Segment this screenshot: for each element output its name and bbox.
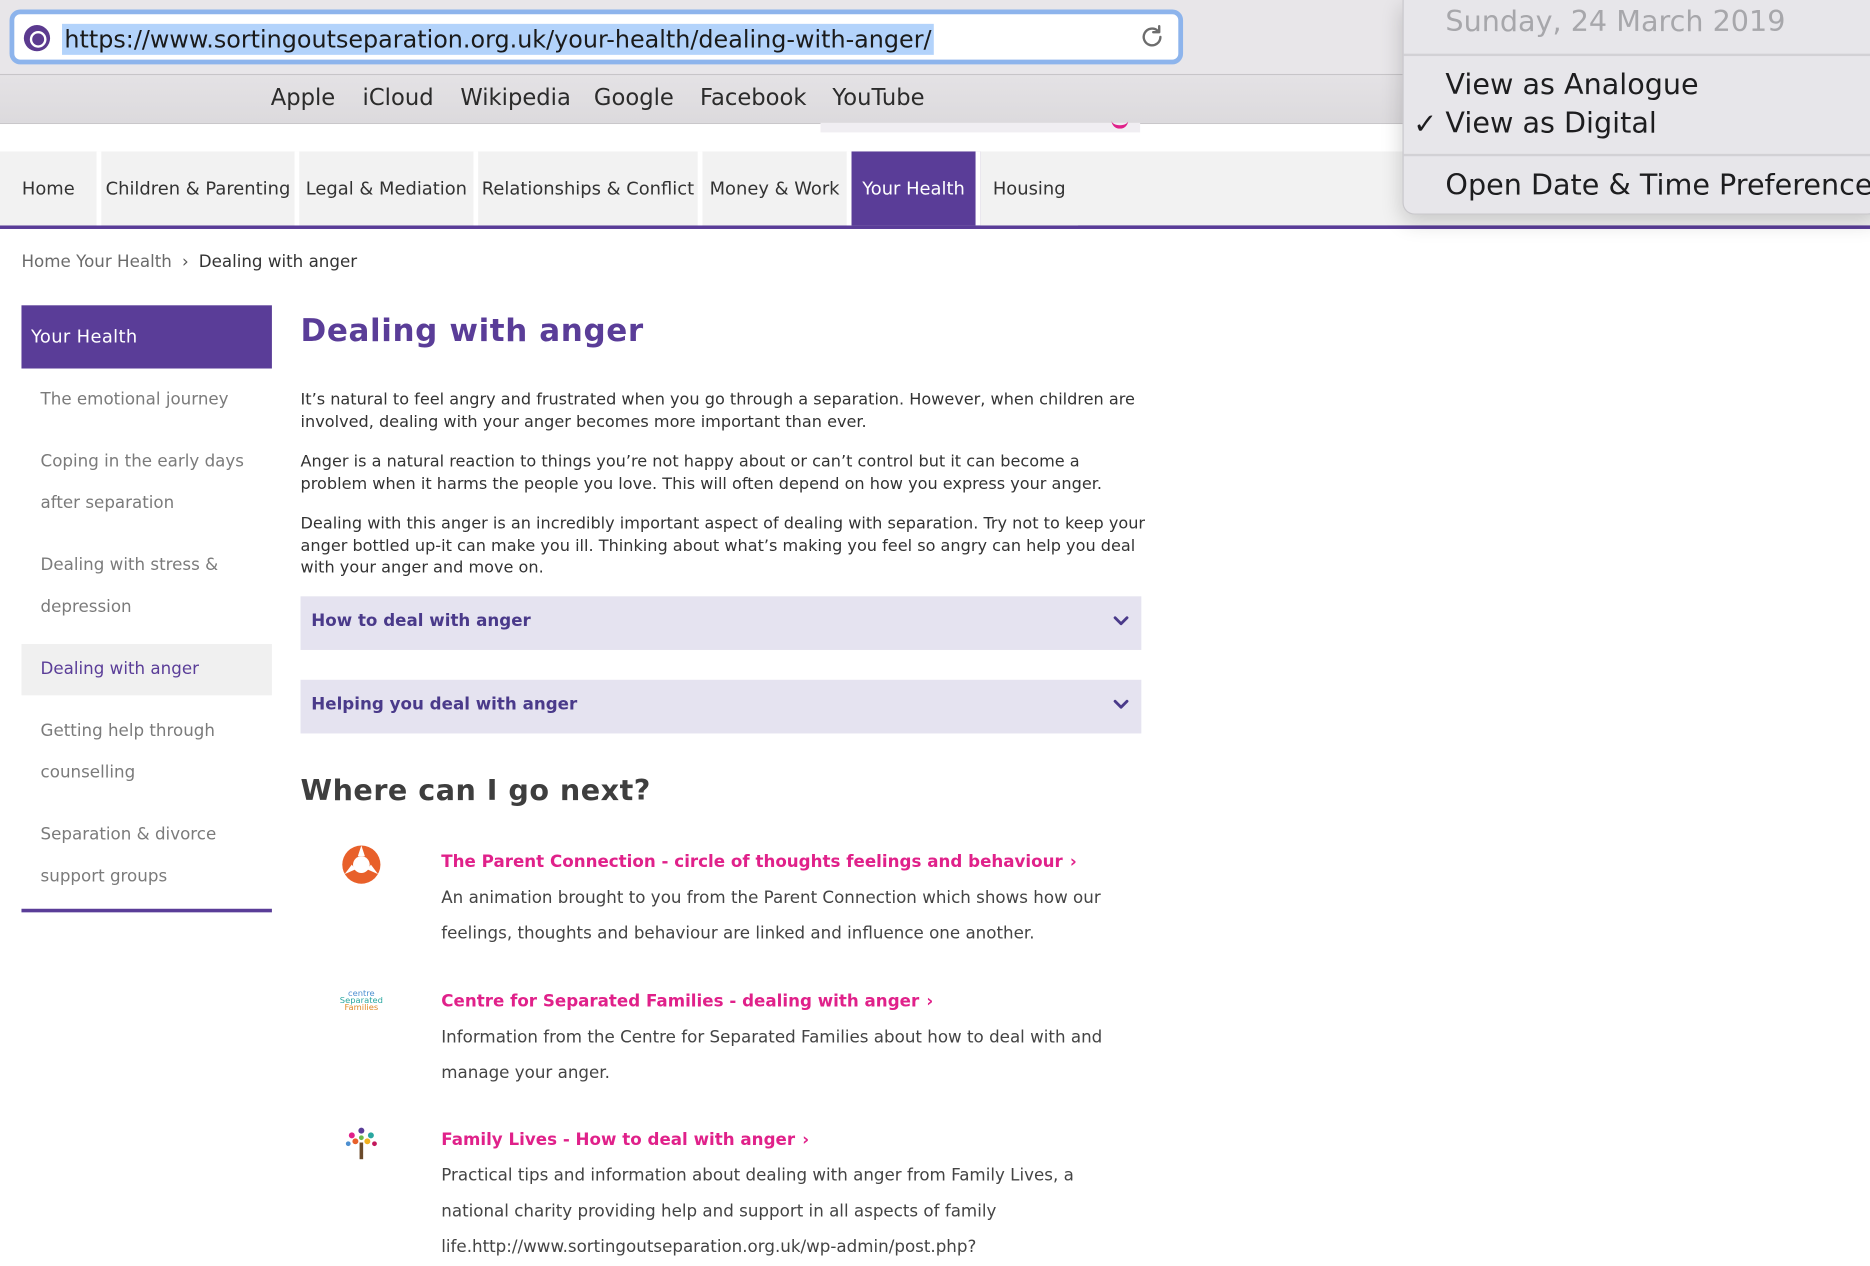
body-paragraph: Anger is a natural reaction to things yo…: [300, 451, 1103, 494]
accordion-label: How to deal with anger: [311, 611, 531, 631]
clock-menu: Sunday, 24 March 2019 View as Analogue ✓…: [1402, 0, 1870, 215]
sidebar-item-label: Separation & divorce: [40, 825, 217, 845]
reload-icon[interactable]: [1138, 23, 1167, 52]
resource-description: Information from the Centre for Separate…: [441, 1028, 1103, 1083]
breadcrumb-section-link[interactable]: Your Health: [76, 253, 172, 272]
resource-link-parent-connection[interactable]: The Parent Connection - circle of though…: [441, 853, 1077, 872]
screen: https://www.sortingoutseparation.org.uk/…: [0, 0, 1870, 1260]
resource-description: Practical tips and information about dea…: [441, 1166, 1074, 1258]
chevron-down-icon[interactable]: [1113, 613, 1130, 630]
favorite-icloud[interactable]: iCloud: [363, 85, 434, 111]
parent-connection-logo-icon: [342, 845, 381, 884]
menu-item-view-digital[interactable]: View as Digital: [1445, 106, 1656, 139]
sidebar-item-label: Coping in the early days: [40, 451, 244, 472]
site-search-input[interactable]: [820, 122, 1141, 133]
nav-tab-your-health[interactable]: Your Health: [851, 151, 981, 226]
chevron-right-icon: ›: [802, 1130, 810, 1150]
page-title: Dealing with anger: [300, 313, 644, 350]
intro-paragraph: It’s natural to feel angry and frustrate…: [300, 389, 1135, 432]
resource-title: Family Lives - How to deal with anger: [441, 1130, 796, 1150]
resource-link-centre-separated-families[interactable]: Centre for Separated Families - dealing …: [441, 992, 933, 1011]
chevron-right-icon: ›: [1069, 852, 1077, 872]
next-section-heading: Where can I go next?: [300, 773, 651, 808]
chevron-down-icon[interactable]: [1113, 696, 1130, 713]
sidebar-item-label: support groups: [40, 867, 168, 887]
chevron-right-icon: ›: [926, 992, 934, 1012]
sidebar-item-support-groups[interactable]: Separation & divorce support groups: [21, 815, 271, 898]
address-bar[interactable]: https://www.sortingoutseparation.org.uk/…: [9, 9, 1184, 65]
favorite-youtube[interactable]: YouTube: [832, 85, 924, 111]
accordion-label: Helping you deal with anger: [311, 695, 578, 715]
favorite-google[interactable]: Google: [594, 85, 674, 111]
sidebar-item-label: Dealing with stress &: [40, 555, 219, 575]
accordion-helping-you[interactable]: Helping you deal with anger: [300, 679, 1142, 734]
sidebar-item-label: Getting help through: [40, 721, 215, 741]
resource-title: The Parent Connection - circle of though…: [441, 852, 1063, 872]
favorite-apple[interactable]: Apple: [271, 85, 336, 111]
nav-tab-home[interactable]: Home: [0, 151, 102, 226]
sidebar-item-label: The emotional journey: [40, 389, 229, 410]
nav-tab-children-parenting[interactable]: Children & Parenting: [101, 151, 300, 226]
logo-text: Families: [344, 1002, 379, 1013]
sidebar-item-label: depression: [40, 597, 132, 617]
nav-tab-money-work[interactable]: Money & Work: [702, 151, 852, 226]
sidebar-item-coping-early-days[interactable]: Coping in the early days after separatio…: [21, 441, 271, 524]
resource-title: Centre for Separated Families - dealing …: [441, 992, 920, 1012]
resource-link-family-lives[interactable]: Family Lives - How to deal with anger ›: [441, 1131, 809, 1150]
menu-item-view-analogue[interactable]: View as Analogue: [1445, 68, 1698, 101]
breadcrumb-current: Dealing with anger: [198, 252, 358, 272]
sidebar-item-dealing-with-anger[interactable]: Dealing with anger: [21, 644, 272, 696]
nav-tab-relationships-conflict[interactable]: Relationships & Conflict: [478, 151, 703, 226]
menu-item-date-time-preferences[interactable]: Open Date & Time Preferences...: [1445, 168, 1870, 201]
body-paragraph: Dealing with this anger is an incredibly…: [300, 514, 1146, 578]
sidebar-item-stress-depression[interactable]: Dealing with stress & depression: [21, 545, 271, 628]
resource-description: An animation brought to you from the Par…: [441, 888, 1101, 944]
sidebar-item-counselling[interactable]: Getting help through counselling: [21, 711, 271, 794]
family-lives-tree-logo-icon: [345, 1127, 377, 1160]
nav-tab-legal-mediation[interactable]: Legal & Mediation: [299, 151, 479, 226]
breadcrumb-home-link[interactable]: Home: [21, 253, 70, 272]
menu-separator: [1403, 53, 1870, 57]
centre-separated-families-logo-icon: centre Separated Families: [338, 989, 386, 1038]
nav-tab-housing[interactable]: Housing: [980, 151, 1079, 226]
sidebar-item-label: counselling: [40, 763, 136, 783]
sidebar-item-emotional-journey[interactable]: The emotional journey: [21, 379, 271, 421]
chevron-right-icon: ›: [181, 252, 189, 272]
accordion-how-to-deal[interactable]: How to deal with anger: [300, 596, 1142, 650]
menu-separator: [1403, 153, 1870, 157]
sidebar-item-label: Dealing with anger: [40, 659, 199, 679]
breadcrumb: Home Your Health › Dealing with anger: [21, 253, 357, 272]
checkmark-icon: ✓: [1413, 107, 1438, 141]
menu-date-label: Sunday, 24 March 2019: [1445, 4, 1786, 39]
sidebar-item-label: after separation: [40, 493, 175, 513]
favorite-wikipedia[interactable]: Wikipedia: [460, 85, 571, 111]
sidebar-heading[interactable]: Your Health: [21, 305, 272, 369]
favorite-facebook[interactable]: Facebook: [700, 85, 806, 111]
url-text[interactable]: https://www.sortingoutseparation.org.uk/…: [62, 23, 934, 55]
sidebar-divider: [21, 908, 272, 913]
site-favicon-icon: [23, 25, 51, 52]
